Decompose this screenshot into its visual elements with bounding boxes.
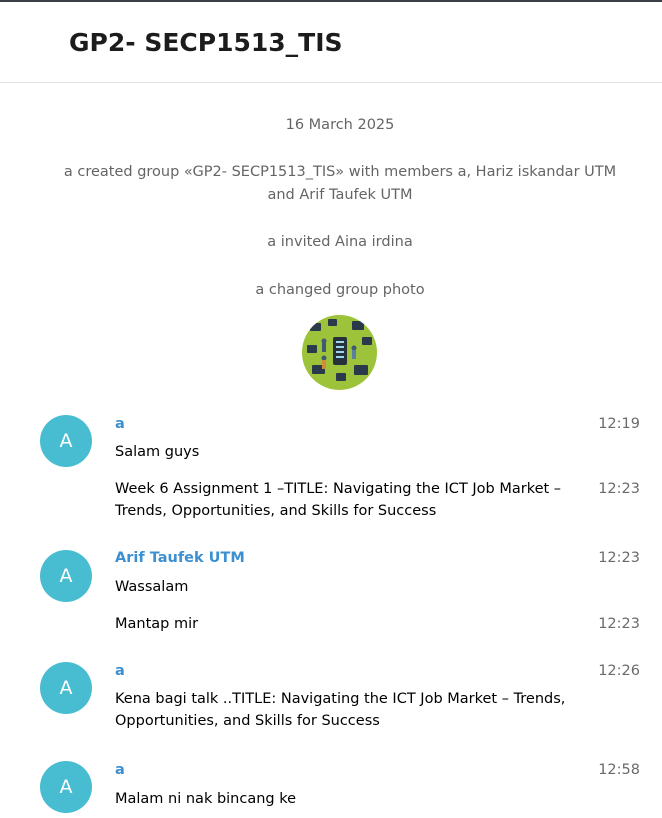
chat-title: GP2- SECP1513_TIS bbox=[69, 28, 343, 57]
sender-name[interactable]: a bbox=[115, 416, 125, 432]
group-photo-image bbox=[302, 315, 377, 390]
message-text: Kena bagi talk ..TITLE: Navigating the I… bbox=[115, 691, 566, 729]
message-text: Week 6 Assignment 1 –TITLE: Navigating t… bbox=[115, 481, 562, 519]
message-text: Malam ni nak bincang ke bbox=[115, 791, 297, 807]
service-date: 16 March 2025 bbox=[285, 117, 395, 133]
message-time: 12:19 bbox=[598, 416, 640, 432]
message-time: 12:23 bbox=[598, 550, 640, 566]
avatar[interactable]: A bbox=[40, 761, 92, 813]
chat-header: GP2- SECP1513_TIS bbox=[0, 2, 662, 83]
sender-name[interactable]: Arif Taufek UTM bbox=[115, 550, 245, 566]
avatar[interactable]: A bbox=[40, 550, 92, 602]
avatar[interactable]: A bbox=[40, 415, 92, 467]
service-member-invited: a invited Aina irdina bbox=[267, 234, 413, 250]
message-time: 12:23 bbox=[598, 616, 640, 632]
message-text: Mantap mir bbox=[115, 616, 199, 632]
message-time: 12:26 bbox=[598, 663, 640, 679]
message-text: Wassalam bbox=[115, 579, 189, 595]
message-time: 12:23 bbox=[598, 481, 640, 497]
sender-name[interactable]: a bbox=[115, 762, 125, 778]
avatar[interactable]: A bbox=[40, 662, 92, 714]
service-photo-changed: a changed group photo bbox=[255, 282, 425, 298]
message-text: Salam guys bbox=[115, 444, 200, 460]
sender-name[interactable]: a bbox=[115, 663, 125, 679]
message-time: 12:58 bbox=[598, 762, 640, 778]
service-group-created: a created group «GP2- SECP1513_TIS» with… bbox=[63, 164, 617, 203]
group-photo[interactable] bbox=[302, 315, 377, 390]
